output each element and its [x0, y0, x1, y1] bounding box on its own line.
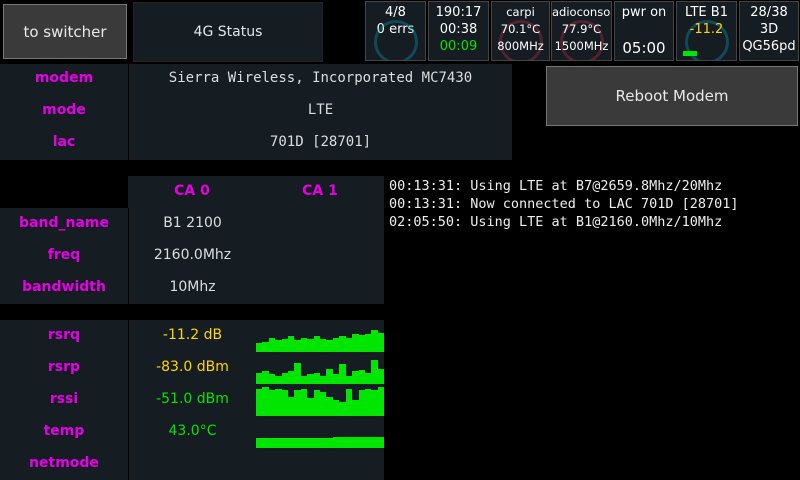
tile-carpi-line3: 800MHz [497, 39, 544, 53]
tab-label: 4G Status [193, 24, 263, 40]
tile-lte-line1: LTE B1 [685, 5, 728, 20]
status-ring-icon [373, 20, 418, 60]
tile-gps-line3: QG56pd [742, 39, 796, 54]
tile-radioconsole[interactable]: adioconsol 77.9°C 1500MHz [551, 1, 612, 61]
label-rsrp: rsrp [47, 359, 81, 375]
label-mode: mode [42, 102, 86, 118]
label-rssi: rssi [49, 391, 79, 407]
tile-lte[interactable]: LTE B1 -11.2 [676, 1, 737, 61]
label-band-name: band_name [19, 215, 109, 231]
tile-carpi-line1: carpi [506, 5, 535, 19]
tile-power-line1: pwr on [621, 5, 667, 20]
tile-lte-line2: -11.2 [689, 22, 724, 37]
value-mode: LTE [307, 102, 334, 118]
tile-carpi-line2: 70.1°C [500, 22, 541, 36]
tile-radioconsole-line2: 77.9°C [561, 22, 602, 36]
value-rssi: -51.0 dBm [156, 391, 229, 407]
value-band-name: B1 2100 [163, 215, 222, 231]
tile-gps-line2: 3D [759, 22, 779, 37]
tile-uptime[interactable]: 190:17 00:38 00:09 [428, 1, 489, 61]
switcher-label: to switcher [23, 22, 107, 41]
label-freq: freq [47, 247, 81, 263]
sparkline-bar [377, 332, 385, 352]
reboot-label: Reboot Modem [615, 87, 729, 105]
label-temp: temp [43, 423, 85, 439]
log-line: 02:05:50: Using LTE at B1@2160.0Mhz/10Mh… [389, 214, 723, 230]
sparkline-rsrp [256, 356, 385, 384]
value-rsrp: -83.0 dBm [156, 359, 229, 375]
value-bandwidth: 10Mhz [169, 279, 216, 295]
tile-uptime-line3: 00:09 [439, 39, 478, 54]
tile-power[interactable]: pwr on 05:00 [614, 1, 674, 61]
value-modem: Sierra Wireless, Incorporated MC7430 [168, 70, 473, 86]
sparkline-bar [377, 437, 385, 448]
tile-radioconsole-line3: 1500MHz [554, 39, 609, 53]
tile-uptime-line2: 00:38 [439, 22, 478, 37]
value-temp: 43.0°C [168, 423, 217, 439]
ca0-header: CA 0 [174, 183, 210, 199]
event-log: 00:13:31: Using LTE at B7@2659.8Mhz/20Mh… [389, 177, 797, 231]
signal-bar-icon [683, 51, 697, 56]
tile-gps[interactable]: 28/38 3D QG56pd [739, 1, 799, 61]
tile-uptime-line1: 190:17 [435, 5, 482, 20]
log-line: 00:13:31: Now connected to LAC 701D [287… [389, 196, 739, 212]
tile-carpi[interactable]: carpi 70.1°C 800MHz [491, 1, 550, 61]
sparkline-rssi [256, 384, 385, 416]
tile-errors[interactable]: 4/8 0 errs [365, 1, 426, 61]
label-rsrq: rsrq [47, 327, 81, 343]
label-bandwidth: bandwidth [22, 279, 106, 295]
value-lac: 701D [28701] [269, 134, 372, 150]
log-line: 00:13:31: Using LTE at B7@2659.8Mhz/20Mh… [389, 178, 723, 194]
sparkline-temp [256, 424, 385, 448]
tile-errors-line1: 4/8 [385, 5, 406, 20]
reboot-modem-button[interactable]: Reboot Modem [546, 66, 798, 126]
tile-radioconsole-line1: adioconsol [552, 5, 612, 19]
sparkline-rsrq [256, 326, 385, 352]
value-freq: 2160.0Mhz [153, 247, 232, 263]
value-rsrq: -11.2 dB [162, 327, 223, 343]
tile-power-line3: 05:00 [622, 39, 666, 57]
label-netmode: netmode [29, 455, 99, 471]
ca1-header: CA 1 [302, 183, 338, 199]
sparkline-bar [377, 368, 385, 384]
sparkline-bar [377, 387, 385, 416]
label-modem: modem [34, 70, 94, 86]
switcher-button[interactable]: to switcher [3, 4, 127, 59]
label-lac: lac [52, 134, 76, 150]
tile-gps-line1: 28/38 [750, 5, 788, 20]
tab-4g-status[interactable]: 4G Status [133, 2, 323, 62]
